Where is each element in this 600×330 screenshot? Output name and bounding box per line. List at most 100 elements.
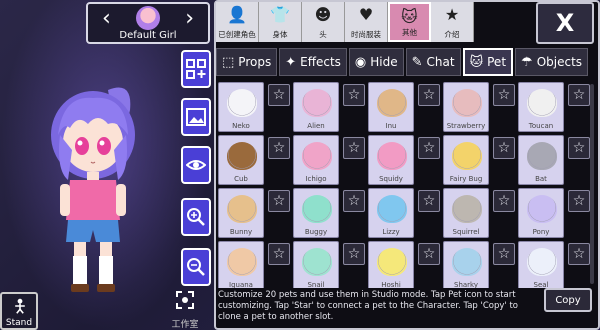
pet-name: Iguana: [229, 281, 253, 288]
star-button[interactable]: ☆: [493, 84, 515, 106]
copy-button[interactable]: Copy: [544, 288, 592, 312]
pet-icon: [452, 248, 482, 276]
pet-name: Sharky: [454, 281, 478, 288]
studio-button[interactable]: 工作室: [160, 288, 210, 330]
zoom-out-button[interactable]: [181, 248, 211, 286]
character-selector: ‹ › Default Girl: [86, 2, 210, 44]
pet-thumbnail[interactable]: Neko: [218, 82, 264, 132]
pet-thumbnail[interactable]: Hoshi: [368, 241, 414, 288]
grid-plus-icon: [186, 59, 206, 79]
tab-fashion[interactable]: ♥ 时尚服装: [345, 2, 388, 42]
tab-objects[interactable]: ☂ Objects: [515, 48, 589, 76]
star-button[interactable]: ☆: [493, 137, 515, 159]
pet-thumbnail[interactable]: Toucan: [518, 82, 564, 132]
star-button[interactable]: ☆: [343, 84, 365, 106]
star-button[interactable]: ☆: [268, 137, 290, 159]
pet-thumbnail[interactable]: Squidy: [368, 135, 414, 185]
star-button[interactable]: ☆: [268, 84, 290, 106]
pet-icon: [527, 195, 557, 223]
studio-frame-icon: [176, 291, 194, 309]
pet-thumbnail[interactable]: Bunny: [218, 188, 264, 238]
grid-scrollbar[interactable]: [590, 84, 594, 284]
character-name: Default Girl: [119, 30, 177, 41]
pet-icon: [452, 89, 482, 117]
tab-body[interactable]: 👕 身体: [259, 2, 302, 42]
tab-hide[interactable]: ◉ Hide: [348, 48, 404, 76]
pet-slot: Seal ☆: [518, 241, 592, 288]
pet-icon: [452, 195, 482, 223]
star-button[interactable]: ☆: [568, 243, 590, 265]
pet-thumbnail[interactable]: Buggy: [293, 188, 339, 238]
star-button[interactable]: ☆: [493, 190, 515, 212]
background-image-button[interactable]: [181, 98, 211, 136]
pet-slot: Alien ☆: [293, 82, 367, 132]
star-button[interactable]: ☆: [493, 243, 515, 265]
star-button[interactable]: ☆: [568, 137, 590, 159]
eye-icon: [186, 160, 206, 170]
pet-name: Hoshi: [381, 281, 401, 288]
pet-thumbnail[interactable]: Alien: [293, 82, 339, 132]
star-button[interactable]: ☆: [343, 190, 365, 212]
star-button[interactable]: ☆: [418, 190, 440, 212]
pet-name: Toucan: [528, 122, 554, 130]
help-text: Customize 20 pets and use them in Studio…: [218, 290, 518, 322]
star-button[interactable]: ☆: [418, 137, 440, 159]
pet-slot: Buggy ☆: [293, 188, 367, 238]
tab-profile[interactable]: ★ 介绍: [431, 2, 474, 42]
tab-effects[interactable]: ✦ Effects: [279, 48, 347, 76]
pet-thumbnail[interactable]: Iguana: [218, 241, 264, 288]
tab-other[interactable]: 🐱 其他: [388, 2, 431, 42]
pet-thumbnail[interactable]: Bat: [518, 135, 564, 185]
pet-thumbnail[interactable]: Fairy Bug: [443, 135, 489, 185]
tab-created-characters[interactable]: 👤 已创建角色: [216, 2, 259, 42]
stick-figure-icon: [15, 298, 25, 314]
tab-head[interactable]: ☻ 头: [302, 2, 345, 42]
star-button[interactable]: ☆: [268, 190, 290, 212]
cat-dog-icon: 🐱: [401, 7, 418, 26]
pet-name: Snail: [307, 281, 325, 288]
pet-name: Lizzy: [382, 228, 400, 236]
pet-thumbnail[interactable]: Strawberry: [443, 82, 489, 132]
pet-thumbnail[interactable]: Ichigo: [293, 135, 339, 185]
star-button[interactable]: ☆: [568, 84, 590, 106]
pet-slot: Bunny ☆: [218, 188, 292, 238]
pet-name: Buggy: [304, 228, 328, 236]
star-button[interactable]: ☆: [418, 84, 440, 106]
close-button[interactable]: X: [536, 2, 594, 44]
pet-slot: Strawberry ☆: [443, 82, 517, 132]
pet-thumbnail[interactable]: Cub: [218, 135, 264, 185]
pet-slot: Cub ☆: [218, 135, 292, 185]
pet-thumbnail[interactable]: Lizzy: [368, 188, 414, 238]
pet-name: Alien: [307, 122, 325, 130]
pet-thumbnail[interactable]: Inu: [368, 82, 414, 132]
category-tabs: 👤 已创建角色 👕 身体 ☻ 头 ♥ 时尚服装 🐱 其他 ★ 介绍: [216, 2, 474, 44]
next-character-button[interactable]: ›: [185, 8, 194, 30]
star-button[interactable]: ☆: [343, 137, 365, 159]
star-button[interactable]: ☆: [568, 190, 590, 212]
pet-icon: [227, 142, 257, 170]
character-avatar-icon: [136, 6, 160, 30]
character-figure[interactable]: [38, 80, 148, 300]
pet-name: Bunny: [229, 228, 253, 236]
tab-props[interactable]: ⬚ Props: [216, 48, 278, 76]
previous-character-button[interactable]: ‹: [102, 8, 111, 30]
pet-name: Fairy Bug: [449, 175, 483, 183]
tab-chat[interactable]: ✎ Chat: [405, 48, 461, 76]
visibility-button[interactable]: [181, 146, 211, 184]
pet-thumbnail[interactable]: Sharky: [443, 241, 489, 288]
pet-thumbnail[interactable]: Squirrel: [443, 188, 489, 238]
stand-button[interactable]: Stand: [0, 292, 38, 330]
layout-grid-button[interactable]: [181, 50, 211, 88]
star-button[interactable]: ☆: [343, 243, 365, 265]
zoom-in-button[interactable]: [181, 198, 211, 236]
pet-thumbnail[interactable]: Seal: [518, 241, 564, 288]
pet-name: Squidy: [379, 175, 403, 183]
pet-slot: Sharky ☆: [443, 241, 517, 288]
pet-slot: Toucan ☆: [518, 82, 592, 132]
star-button[interactable]: ☆: [268, 243, 290, 265]
star-button[interactable]: ☆: [418, 243, 440, 265]
pet-thumbnail[interactable]: Snail: [293, 241, 339, 288]
tab-pet[interactable]: 🐱 Pet: [462, 48, 514, 76]
pet-icon: [377, 142, 407, 170]
pet-thumbnail[interactable]: Pony: [518, 188, 564, 238]
